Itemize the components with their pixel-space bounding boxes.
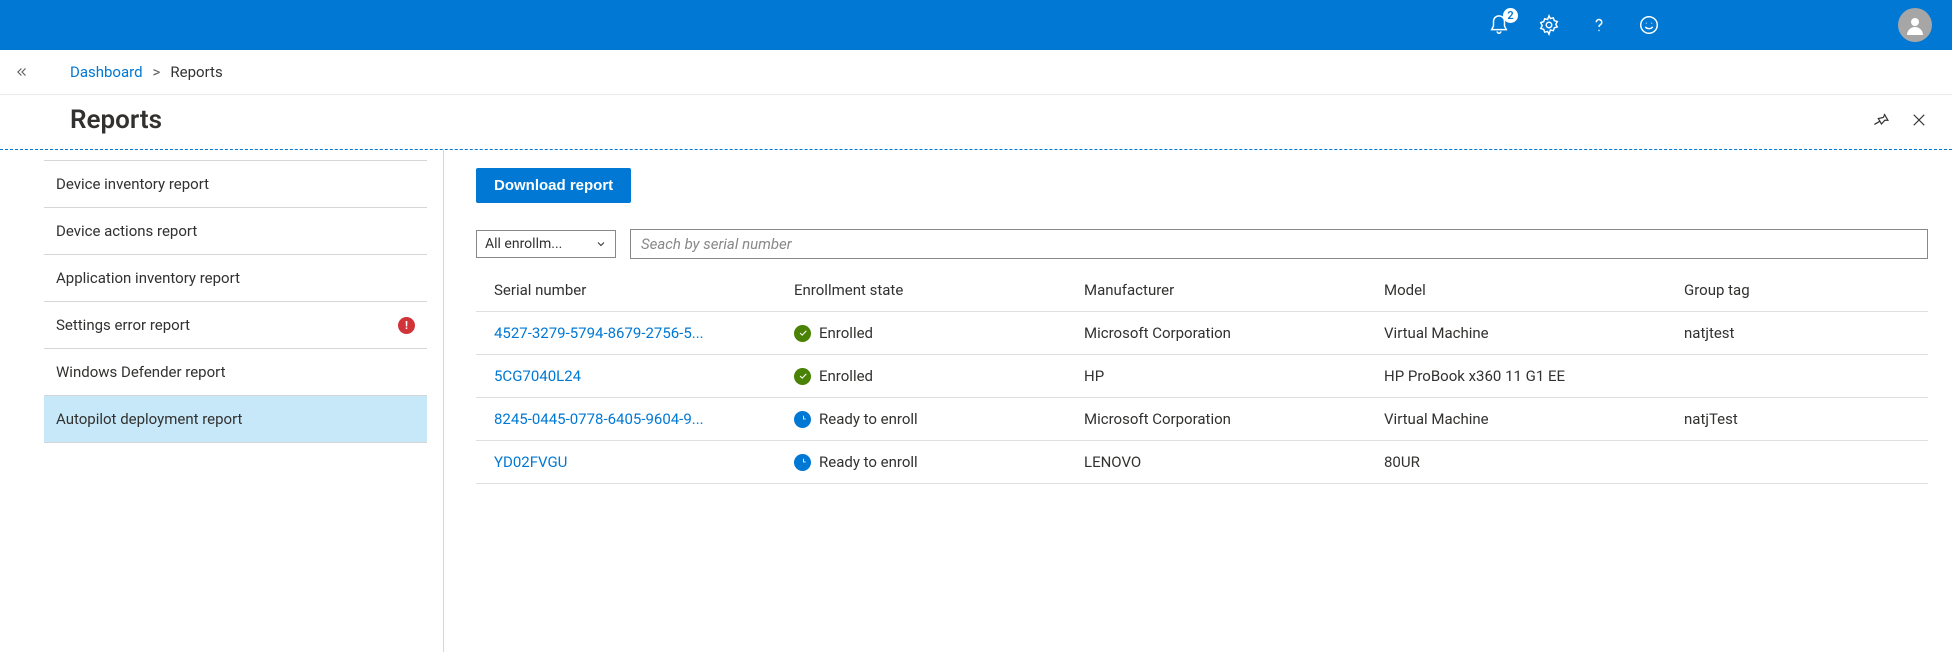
title-actions xyxy=(1872,111,1928,129)
table-row: 4527-3279-5794-8679-2756-5... Enrolled Mic… xyxy=(476,312,1928,355)
sidebar-item-label: Settings error report xyxy=(56,316,190,334)
notifications-button[interactable]: 2 xyxy=(1488,14,1510,36)
reports-sidebar: Device inventory report Device actions re… xyxy=(36,150,444,652)
filter-row: All enrollm... xyxy=(476,229,1928,259)
top-bar: 2 xyxy=(0,0,1952,50)
breadcrumb: Dashboard > Reports xyxy=(70,63,223,81)
main: Device inventory report Device actions re… xyxy=(36,150,1952,652)
cell-serial[interactable]: 5CG7040L24 xyxy=(494,367,794,385)
table-row: 5CG7040L24 Enrolled HPHP ProBook x360 11 G… xyxy=(476,355,1928,398)
pin-icon xyxy=(1872,111,1890,129)
question-icon xyxy=(1588,14,1610,36)
cell-group_tag: natjTest xyxy=(1684,410,1910,428)
smiley-icon xyxy=(1638,14,1660,36)
cell-model: Virtual Machine xyxy=(1384,324,1684,342)
state-label: Ready to enroll xyxy=(819,410,918,428)
pin-button[interactable] xyxy=(1872,111,1890,129)
sidebar-item[interactable]: Device actions report xyxy=(44,207,427,254)
cell-serial[interactable]: 8245-0445-0778-6405-9604-9... xyxy=(494,410,794,428)
col-model[interactable]: Model xyxy=(1384,281,1684,299)
gear-icon xyxy=(1538,14,1560,36)
search-wrap xyxy=(630,229,1928,259)
cell-model: 80UR xyxy=(1384,453,1684,471)
enrollment-filter-dropdown[interactable]: All enrollm... xyxy=(476,230,616,258)
sidebar-item-label: Application inventory report xyxy=(56,269,240,287)
state-label: Ready to enroll xyxy=(819,453,918,471)
sidebar-item-label: Autopilot deployment report xyxy=(56,410,242,428)
col-serial[interactable]: Serial number xyxy=(494,281,794,299)
close-button[interactable] xyxy=(1910,111,1928,129)
table-row: 8245-0445-0778-6405-9604-9... Ready to en… xyxy=(476,398,1928,441)
col-group-tag[interactable]: Group tag xyxy=(1684,281,1910,299)
col-manufacturer[interactable]: Manufacturer xyxy=(1084,281,1384,299)
cell-model: HP ProBook x360 11 G1 EE xyxy=(1384,367,1684,385)
error-icon: ! xyxy=(398,317,415,334)
cell-group_tag: natjtest xyxy=(1684,324,1910,342)
title-row: Reports xyxy=(0,95,1952,150)
report-content: Download report All enrollm... Serial nu… xyxy=(444,150,1952,652)
help-button[interactable] xyxy=(1588,14,1610,36)
cell-manufacturer: HP xyxy=(1084,367,1384,385)
chevron-down-icon xyxy=(595,238,607,250)
settings-button[interactable] xyxy=(1538,14,1560,36)
cell-manufacturer: Microsoft Corporation xyxy=(1084,410,1384,428)
sidebar-item[interactable]: Application inventory report xyxy=(44,254,427,301)
cell-manufacturer: LENOVO xyxy=(1084,453,1384,471)
state-label: Enrolled xyxy=(819,367,873,385)
notification-badge: 2 xyxy=(1503,8,1518,23)
serial-search-input[interactable] xyxy=(641,235,1917,253)
breadcrumb-current: Reports xyxy=(170,63,222,81)
cell-serial[interactable]: YD02FVGU xyxy=(494,453,794,471)
sidebar-item[interactable]: Autopilot deployment report xyxy=(44,395,427,443)
sidebar-item-label: Device inventory report xyxy=(56,175,209,193)
check-circle-icon xyxy=(794,368,811,385)
check-circle-icon xyxy=(794,325,811,342)
devices-table: Serial number Enrollment state Manufactu… xyxy=(476,269,1928,484)
breadcrumb-separator: > xyxy=(153,63,161,81)
user-avatar[interactable] xyxy=(1898,8,1932,42)
col-state[interactable]: Enrollment state xyxy=(794,281,1084,299)
sidebar-item[interactable]: Windows Defender report xyxy=(44,348,427,395)
clock-icon xyxy=(794,411,811,428)
cell-serial[interactable]: 4527-3279-5794-8679-2756-5... xyxy=(494,324,794,342)
collapse-nav-button[interactable] xyxy=(10,60,34,84)
sidebar-item[interactable]: Settings error report! xyxy=(44,301,427,348)
sidebar-item-label: Device actions report xyxy=(56,222,197,240)
chevron-double-left-icon xyxy=(15,65,29,79)
cell-manufacturer: Microsoft Corporation xyxy=(1084,324,1384,342)
table-header-row: Serial number Enrollment state Manufactu… xyxy=(476,269,1928,312)
close-icon xyxy=(1910,111,1928,129)
page-title: Reports xyxy=(70,105,162,135)
cell-state: Ready to enroll xyxy=(794,410,1084,428)
clock-icon xyxy=(794,454,811,471)
state-label: Enrolled xyxy=(819,324,873,342)
dropdown-label: All enrollm... xyxy=(485,236,562,252)
cell-state: Enrolled xyxy=(794,367,1084,385)
cell-model: Virtual Machine xyxy=(1384,410,1684,428)
feedback-button[interactable] xyxy=(1638,14,1660,36)
sidebar-item[interactable]: Device inventory report xyxy=(44,160,427,207)
breadcrumb-row: Dashboard > Reports xyxy=(0,50,1952,95)
cell-state: Enrolled xyxy=(794,324,1084,342)
table-row: YD02FVGU Ready to enroll LENOVO80UR xyxy=(476,441,1928,484)
cell-state: Ready to enroll xyxy=(794,453,1084,471)
person-icon xyxy=(1903,13,1927,37)
breadcrumb-root[interactable]: Dashboard xyxy=(70,63,143,81)
download-report-button[interactable]: Download report xyxy=(476,168,631,203)
sidebar-item-label: Windows Defender report xyxy=(56,363,226,381)
